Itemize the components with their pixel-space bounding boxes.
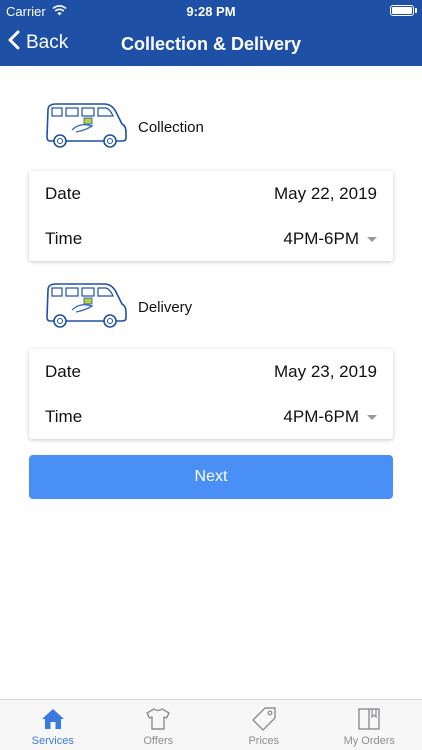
header-bar: Carrier 9:28 PM Back Collection & Delive… [0, 0, 422, 66]
battery-icon [390, 5, 417, 16]
delivery-label: Delivery [138, 299, 193, 316]
navigation-bar: Back Collection & Delivery [0, 26, 422, 62]
collection-label: Collection [138, 119, 204, 136]
delivery-time-value: 4PM-6PM [283, 406, 359, 426]
delivery-card: Date May 23, 2019 Time 4PM-6PM [29, 349, 393, 439]
delivery-time-row[interactable]: Time 4PM-6PM [29, 394, 393, 439]
collection-card: Date May 22, 2019 Time 4PM-6PM [29, 171, 393, 261]
delivery-date-row[interactable]: Date May 23, 2019 [29, 349, 393, 394]
tab-services[interactable]: Services [0, 700, 106, 750]
collection-date-row[interactable]: Date May 22, 2019 [29, 171, 393, 216]
status-time: 9:28 PM [186, 4, 236, 19]
page-title: Collection & Delivery [120, 34, 302, 54]
tab-my-orders[interactable]: My Orders [317, 700, 422, 750]
collection-time-dropdown[interactable]: 4PM-6PM [283, 229, 377, 249]
caret-down-icon [367, 414, 377, 420]
delivery-date-label: Date [45, 361, 81, 381]
delivery-header: Delivery [44, 280, 192, 335]
tab-label: Offers [143, 735, 174, 747]
tab-label: Prices [248, 735, 280, 747]
tab-label: My Orders [343, 735, 395, 747]
delivery-date-value[interactable]: May 23, 2019 [274, 362, 377, 382]
price-tag-icon [252, 707, 276, 731]
tab-prices[interactable]: Prices [211, 700, 317, 750]
status-bar: Carrier 9:28 PM [0, 0, 422, 22]
home-icon [41, 709, 64, 729]
tab-label: Services [31, 735, 74, 747]
collection-time-value: 4PM-6PM [283, 228, 359, 248]
van-icon [44, 280, 128, 335]
van-icon [44, 100, 128, 155]
caret-down-icon [367, 236, 377, 242]
tab-bar: Services Offers Prices My Orders [0, 699, 422, 750]
delivery-time-label: Time [45, 406, 83, 426]
collection-time-label: Time [45, 228, 83, 248]
book-icon [358, 708, 380, 730]
shirt-icon [146, 708, 170, 730]
delivery-time-dropdown[interactable]: 4PM-6PM [283, 407, 377, 427]
collection-date-value[interactable]: May 22, 2019 [274, 184, 377, 204]
collection-date-label: Date [45, 183, 81, 203]
collection-time-row[interactable]: Time 4PM-6PM [29, 216, 393, 261]
next-button[interactable]: Next [29, 455, 393, 499]
tab-offers[interactable]: Offers [106, 700, 212, 750]
collection-header: Collection [44, 100, 204, 155]
